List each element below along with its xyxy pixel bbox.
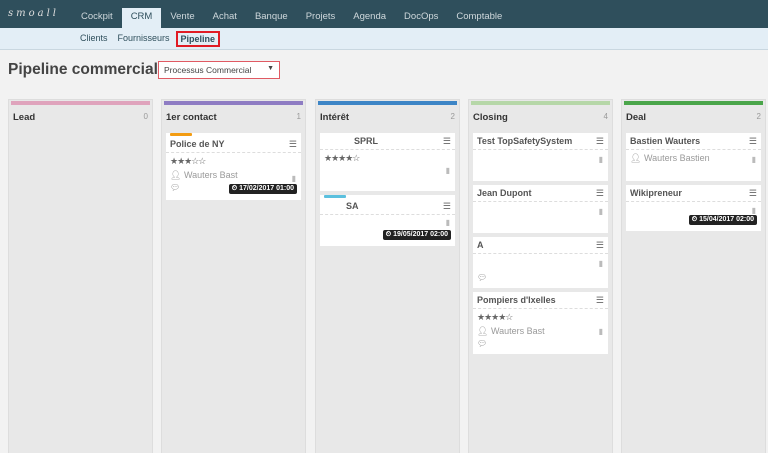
card-person: Wauters Bast	[183, 170, 238, 180]
comment-icon[interactable]: 💬︎	[477, 339, 604, 348]
deal-card[interactable]: Bastien Wauters ☰ 👤︎ Wauters Bastien ▮	[626, 133, 761, 181]
pin-icon[interactable]: ▮	[752, 155, 756, 164]
column-title: Lead	[13, 112, 36, 123]
nav-projets[interactable]: Projets	[297, 8, 345, 28]
rating-stars: ★★★☆☆	[170, 156, 206, 166]
page-title: Pipeline commercial	[8, 61, 158, 78]
column-title: Intérêt	[320, 112, 350, 123]
column-closing: Closing 4 Test TopSafetySystem ☰ ▮ Jean Du…	[468, 99, 613, 453]
card-title: Wikipreneur	[630, 188, 682, 198]
column-count: 2	[756, 112, 761, 121]
nav-banque[interactable]: Banque	[246, 8, 297, 28]
user-icon: 👤︎	[477, 326, 489, 336]
pin-icon[interactable]: ▮	[599, 155, 603, 164]
deal-card[interactable]: Test TopSafetySystem ☰ ▮	[473, 133, 608, 181]
menu-icon[interactable]: ☰	[596, 188, 604, 199]
pin-icon[interactable]: ▮	[599, 327, 603, 336]
nav-vente[interactable]: Vente	[161, 8, 203, 28]
menu-icon[interactable]: ☰	[749, 136, 757, 147]
rating-stars: ★★★★☆	[324, 153, 360, 163]
menu-icon[interactable]: ☰	[443, 201, 451, 212]
menu-icon[interactable]: ☰	[749, 188, 757, 199]
pin-icon[interactable]: ▮	[599, 207, 603, 216]
column-lead: Lead 0	[8, 99, 153, 453]
column-title: Deal	[626, 112, 647, 123]
rating-stars: ★★★★☆	[477, 312, 513, 322]
dropdown-arrow-icon: ▼	[267, 65, 274, 72]
pin-icon[interactable]: ▮	[446, 166, 450, 175]
menu-icon[interactable]: ☰	[289, 139, 297, 150]
deal-card[interactable]: Wikipreneur ☰ ▮ ⏲ 15/04/2017 02:00	[626, 185, 761, 231]
column-1er-contact: 1er contact 1 Police de NY ☰ ★★★☆☆ 👤︎ Waut…	[161, 99, 306, 453]
card-title: Police de NY	[170, 139, 225, 149]
process-select-value: Processus Commercial	[164, 65, 252, 75]
deal-card[interactable]: Police de NY ☰ ★★★☆☆ 👤︎ Wauters Bast 💬︎ ▮…	[166, 133, 301, 200]
pin-icon[interactable]: ▮	[292, 174, 296, 183]
nav-cockpit[interactable]: Cockpit	[72, 8, 122, 28]
column-count: 1	[296, 112, 301, 121]
subnav-fournisseurs[interactable]: Fournisseurs	[114, 31, 174, 47]
column-title: Closing	[473, 112, 508, 123]
nav-agenda[interactable]: Agenda	[344, 8, 395, 28]
subnav-clients[interactable]: Clients	[76, 31, 112, 47]
card-title: SA	[346, 201, 359, 211]
nav-docops[interactable]: DocOps	[395, 8, 447, 28]
due-date-badge: ⏲ 17/02/2017 01:00	[228, 184, 297, 194]
card-title: Test TopSafetySystem	[477, 136, 573, 146]
card-title: A	[477, 240, 484, 250]
due-date-badge: ⏲ 19/05/2017 02:00	[382, 230, 451, 240]
column-title: 1er contact	[166, 112, 217, 123]
menu-icon[interactable]: ☰	[596, 136, 604, 147]
card-person: Wauters Bast	[490, 326, 545, 336]
deal-card[interactable]: Jean Dupont ☰ ▮	[473, 185, 608, 233]
nav-comptable[interactable]: Comptable	[447, 8, 511, 28]
menu-icon[interactable]: ☰	[443, 136, 451, 147]
deal-card[interactable]: A ☰ 💬︎ ▮	[473, 237, 608, 288]
column-count: 4	[603, 112, 608, 121]
card-title: SPRL	[354, 136, 379, 146]
comment-icon[interactable]: 💬︎	[477, 273, 604, 282]
menu-icon[interactable]: ☰	[596, 240, 604, 251]
subnav-pipeline[interactable]: Pipeline	[175, 31, 221, 47]
column-count: 0	[143, 112, 148, 121]
column-count: 2	[450, 112, 455, 121]
sub-navbar: Clients Fournisseurs Pipeline	[0, 28, 768, 50]
pin-icon[interactable]: ▮	[599, 259, 603, 268]
user-icon: 👤︎	[630, 153, 642, 163]
card-title: Pompiers d'Ixelles	[477, 295, 556, 305]
due-date-badge: ⏲ 15/04/2017 02:00	[688, 215, 757, 225]
deal-card[interactable]: SA ☰ ▮ ⏲ 19/05/2017 02:00	[320, 195, 455, 246]
top-navbar: smoall Cockpit CRM Vente Achat Banque Pr…	[0, 0, 768, 28]
column-interet: Intérêt 2 SPRL ☰ ★★★★☆ ▮ SA ☰ ▮ ⏲ 19/05/2017 …	[315, 99, 460, 453]
logo: smoall	[8, 8, 59, 19]
column-deal: Deal 2 Bastien Wauters ☰ 👤︎ Wauters Bastie…	[621, 99, 766, 453]
pin-icon[interactable]: ▮	[446, 218, 450, 227]
card-title: Jean Dupont	[477, 188, 532, 198]
user-icon: 👤︎	[170, 170, 182, 180]
nav-achat[interactable]: Achat	[204, 8, 246, 28]
nav-crm[interactable]: CRM	[121, 8, 162, 28]
pin-icon[interactable]: ▮	[752, 206, 756, 215]
menu-icon[interactable]: ☰	[596, 295, 604, 306]
card-title: Bastien Wauters	[630, 136, 701, 146]
deal-card[interactable]: SPRL ☰ ★★★★☆ ▮	[320, 133, 455, 191]
process-select[interactable]: Processus Commercial ▼	[158, 61, 280, 79]
card-person: Wauters Bastien	[643, 153, 710, 163]
deal-card[interactable]: Pompiers d'Ixelles ☰ ★★★★☆ 👤︎ Wauters Bas…	[473, 292, 608, 354]
